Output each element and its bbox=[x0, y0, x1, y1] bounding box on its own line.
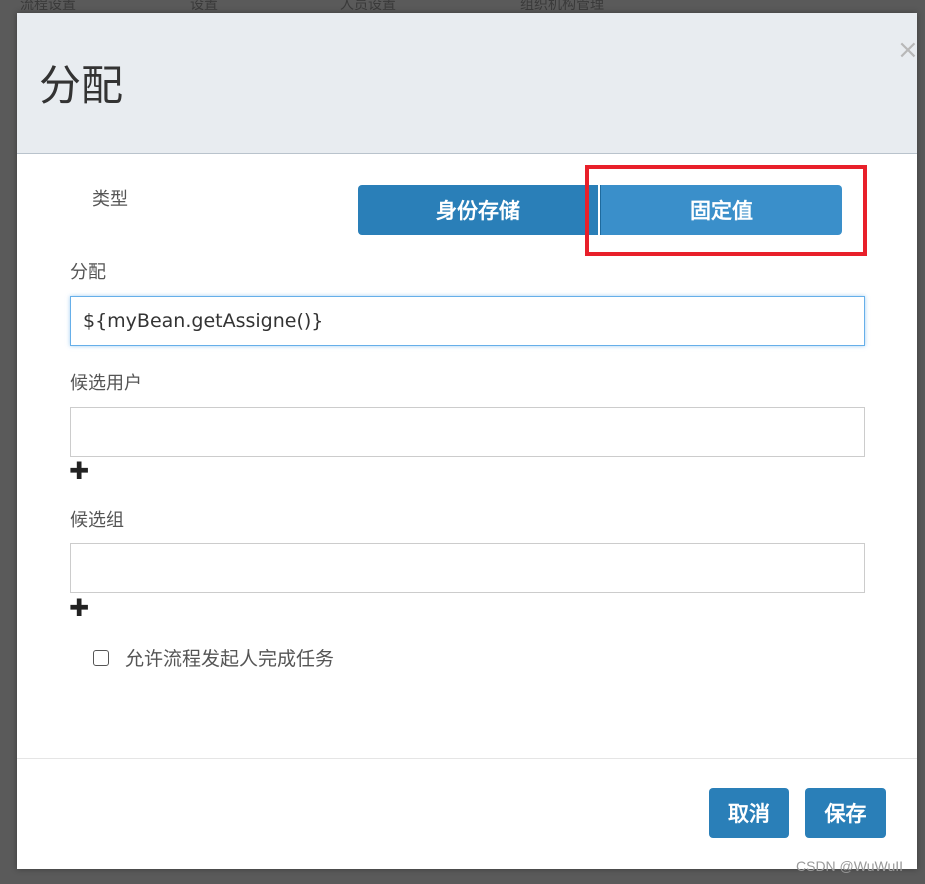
allow-initiator-label: 允许流程发起人完成任务 bbox=[125, 648, 335, 670]
backdrop-fragment: 组织机构管理 bbox=[520, 0, 604, 10]
dialog-header: 分配 × bbox=[17, 13, 919, 154]
cancel-button[interactable]: 取消 bbox=[709, 788, 789, 838]
fixed-value-button[interactable]: 固定值 bbox=[600, 185, 842, 235]
identity-store-button[interactable]: 身份存储 bbox=[358, 185, 598, 235]
watermark: CSDN @WuWuII bbox=[796, 858, 904, 874]
backdrop-fragment: 人员设置 bbox=[340, 0, 396, 10]
candidate-groups-input[interactable] bbox=[70, 543, 865, 593]
add-candidate-user-plus-icon[interactable]: ✚ bbox=[69, 459, 89, 483]
assignment-input[interactable]: ${myBean.getAssigne()} bbox=[70, 296, 865, 346]
allow-initiator-checkbox[interactable] bbox=[93, 650, 109, 666]
add-candidate-group-plus-icon[interactable]: ✚ bbox=[69, 596, 89, 620]
save-button[interactable]: 保存 bbox=[805, 788, 886, 838]
candidate-users-input[interactable] bbox=[70, 407, 865, 457]
candidate-users-label: 候选用户 bbox=[70, 373, 142, 394]
candidate-groups-label: 候选组 bbox=[70, 510, 124, 531]
close-icon[interactable]: × bbox=[897, 37, 919, 63]
backdrop-fragment: 流程设置 bbox=[20, 0, 76, 10]
footer-divider bbox=[17, 758, 917, 759]
dialog-title: 分配 bbox=[39, 61, 124, 110]
type-label: 类型 bbox=[92, 189, 128, 210]
assignment-label: 分配 bbox=[70, 262, 106, 283]
backdrop-text: 流程设置 设置 人员设置 组织机构管理 bbox=[0, 0, 925, 10]
backdrop-fragment: 设置 bbox=[190, 0, 218, 10]
assignment-dialog: 分配 × 类型 身份存储 固定值 分配 ${myBean.getAssigne(… bbox=[17, 13, 919, 869]
